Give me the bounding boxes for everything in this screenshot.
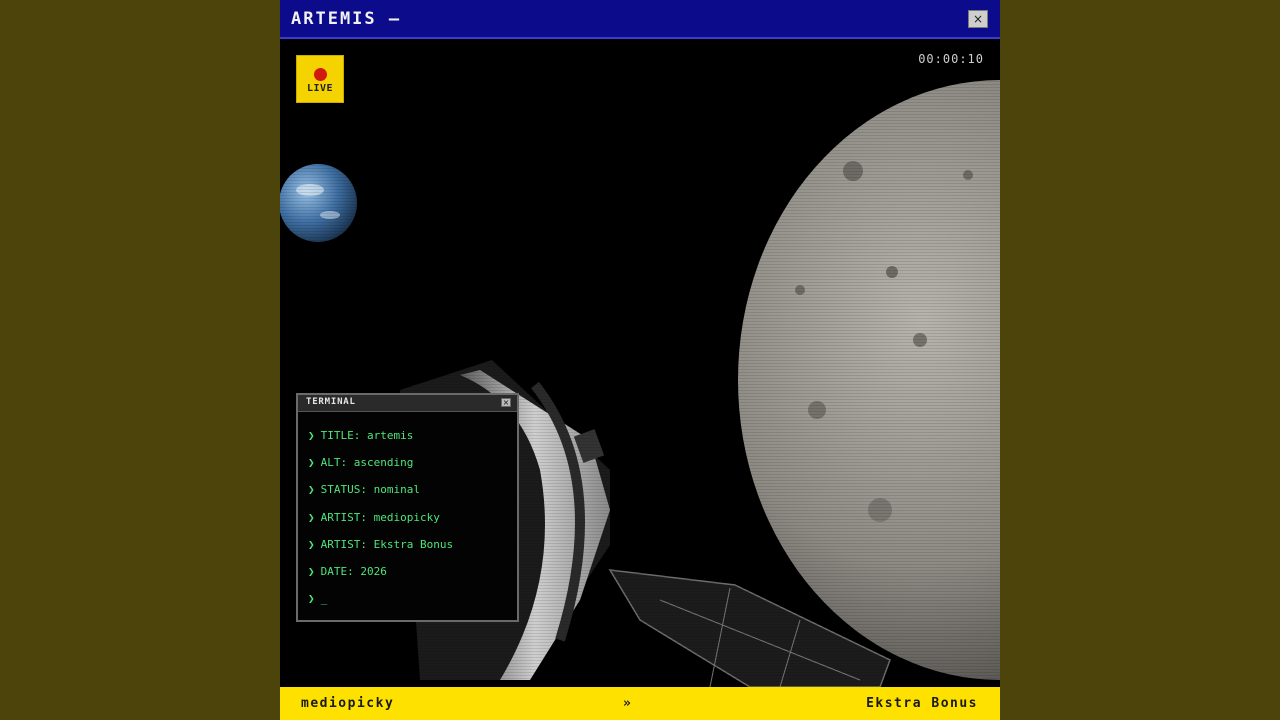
terminal-line: ❯ TITLE: artemis [308,429,511,456]
terminal-line-text: TITLE: artemis [320,429,414,442]
earth-illustration [280,164,357,242]
elapsed-timer: 00:00:10 [918,52,984,66]
terminal-line-text: ARTIST: mediopicky [320,510,440,524]
terminal-line: ❯ ARTIST: Ekstra Bonus [308,538,511,565]
prompt-icon: ❯ [308,429,315,442]
video-viewport: LIVE 00:00:10 TERMINAL × ❯ TITLE: artemis… [280,40,1000,687]
prompt-icon: ❯ [308,592,315,606]
artist-name: mediopicky [301,696,395,711]
terminal-window: TERMINAL × ❯ TITLE: artemis ❯ ALT: ascendi… [296,393,519,622]
window-close-button[interactable]: × [968,10,988,28]
terminal-title-bar: TERMINAL × [298,395,517,412]
terminal-line-text: ARTIST: Ekstra Bonus [320,537,454,551]
terminal-input-line[interactable]: ❯ _ [308,592,511,619]
terminal-title: TERMINAL [306,397,356,407]
terminal-output: ❯ TITLE: artemis ❯ ALT: ascending ❯ STATUS:… [308,429,511,619]
prompt-icon: ❯ [308,483,315,497]
terminal-line: ❯ ALT: ascending [308,456,511,483]
terminal-line: ❯ STATUS: nominal [308,483,511,510]
terminal-line-text: ALT: ascending [320,456,414,470]
terminal-close-button[interactable]: × [501,398,511,407]
title-bar: ARTEMIS — × [280,0,1000,39]
live-label: LIVE [306,83,334,94]
terminal-line: ❯ DATE: 2026 [308,565,511,592]
record-dot-icon [314,68,327,81]
text-cursor: _ [320,592,328,606]
separator-icon: » [623,696,633,711]
featured-artist-name: Ekstra Bonus [866,696,978,711]
app-window: ARTEMIS — × LIVE 00:00:10 TERMINAL × ❯ T… [280,0,1000,720]
moon-illustration [738,80,1000,680]
terminal-line: ❯ ARTIST: mediopicky [308,511,511,538]
prompt-icon: ❯ [308,510,315,524]
terminal-line-text: STATUS: nominal [320,483,420,497]
terminal-line-text: DATE: 2026 [320,564,387,578]
prompt-icon: ❯ [308,537,315,551]
prompt-icon: ❯ [308,564,315,578]
prompt-icon: ❯ [308,456,315,470]
window-title: ARTEMIS — [291,9,402,29]
live-badge: LIVE [296,55,344,103]
now-playing-bar: mediopicky » Ekstra Bonus [280,687,1000,720]
